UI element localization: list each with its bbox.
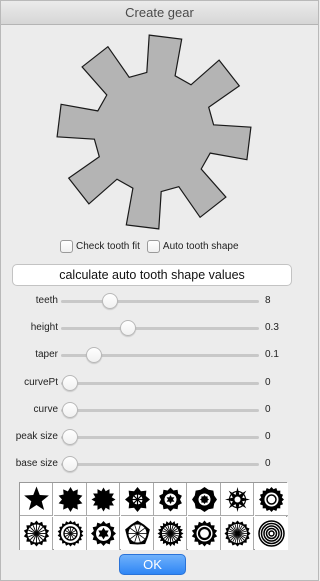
peak-size-slider-row: peak size 0: [1, 427, 318, 447]
gear-preset-16[interactable]: [254, 516, 288, 550]
gear-preset-7[interactable]: [221, 483, 254, 516]
taper-label: taper: [35, 349, 58, 361]
checkbox-box[interactable]: [60, 239, 73, 253]
taper-slider-knob[interactable]: [85, 347, 102, 364]
burst-gear-icon: [58, 487, 82, 512]
curvept-slider[interactable]: [61, 381, 259, 385]
check-tooth-fit-label: Check tooth fit: [76, 240, 140, 252]
curve-slider[interactable]: [61, 408, 259, 412]
base-size-slider-row: base size 0: [1, 454, 318, 474]
spiky-gear-icon: [225, 487, 250, 512]
auto-tooth-shape-label: Auto tooth shape: [162, 240, 239, 252]
curve-slider-knob[interactable]: [62, 401, 78, 418]
gear-preset-13[interactable]: [154, 516, 187, 550]
checkbox-box[interactable]: [146, 239, 160, 253]
striped-disc-icon: [257, 519, 285, 547]
window-title: Create gear: [1, 1, 318, 25]
height-value: 0.3: [265, 322, 279, 334]
hatched-gear-icon: [224, 520, 251, 546]
base-size-slider[interactable]: [61, 463, 259, 467]
height-slider-knob[interactable]: [120, 320, 137, 337]
curve-label: curve: [33, 403, 58, 415]
gear-shape: [56, 34, 252, 230]
gear-preset-15[interactable]: [221, 516, 254, 550]
curve-slider-row: curve 0: [1, 400, 318, 420]
peak-size-slider[interactable]: [61, 436, 259, 439]
curvept-label: curvePt: [24, 376, 58, 388]
options-row: Check tooth fit Auto tooth shape: [60, 238, 246, 254]
gear-preset-6[interactable]: [187, 483, 221, 516]
gear-preview: [56, 34, 252, 230]
height-slider-row: height 0.3: [1, 318, 318, 338]
gear-preset-5[interactable]: [154, 483, 187, 516]
gear-preset-1[interactable]: [20, 483, 53, 516]
gear-preset-14[interactable]: [187, 516, 221, 550]
curvept-slider-knob[interactable]: [62, 374, 78, 391]
flower-gear-icon: [159, 487, 182, 512]
gear-presets-grid: [19, 482, 288, 550]
curvept-slider-row: curvePt 0: [1, 373, 318, 393]
sun-gear-icon: [91, 487, 116, 512]
octagon-gear-icon: [191, 487, 217, 512]
peak-size-slider-knob[interactable]: [62, 429, 78, 445]
spoked-gear-icon: [124, 487, 150, 512]
gear-preset-2[interactable]: [53, 483, 87, 516]
curve-value: 0: [265, 403, 271, 415]
dense-gear-icon: [157, 520, 184, 546]
gear-preset-4[interactable]: [120, 483, 154, 516]
height-label: height: [30, 322, 58, 334]
star-icon: [24, 486, 49, 511]
gear-preset-8[interactable]: [254, 483, 288, 516]
auto-tooth-shape-checkbox[interactable]: Auto tooth shape: [146, 239, 239, 253]
pentagon-gear-icon: [124, 520, 150, 544]
teeth-slider-knob[interactable]: [102, 293, 119, 309]
base-size-value: 0: [265, 458, 271, 470]
ok-button[interactable]: OK: [119, 554, 186, 575]
taper-slider-row: taper 0.1: [1, 345, 318, 365]
base-size-slider-knob[interactable]: [62, 456, 78, 473]
height-slider[interactable]: [61, 327, 259, 331]
base-size-label: base size: [15, 458, 58, 470]
bold-gear-icon: [191, 520, 217, 546]
cog-gear-icon: [91, 520, 116, 546]
teeth-slider[interactable]: [61, 300, 259, 303]
ring-gear-icon: [57, 520, 83, 546]
teeth-slider-row: teeth 8: [1, 291, 318, 311]
peak-size-value: 0: [265, 431, 271, 442]
gear-preset-12[interactable]: [120, 516, 154, 550]
curvept-value: 0: [265, 376, 271, 388]
peak-size-label: peak size: [15, 431, 58, 442]
radial-gear-icon: [23, 520, 50, 546]
gear-preset-9[interactable]: [20, 516, 53, 550]
teeth-value: 8: [265, 295, 271, 306]
create-gear-dialog: Create gear Check tooth fit Auto tooth s…: [0, 0, 319, 581]
gear-preset-3[interactable]: [87, 483, 120, 516]
round-gear-icon: [258, 487, 284, 512]
taper-value: 0.1: [265, 349, 279, 361]
check-tooth-fit-checkbox[interactable]: Check tooth fit: [60, 239, 140, 253]
calculate-auto-tooth-shape-button[interactable]: calculate auto tooth shape values: [12, 264, 292, 286]
gear-preset-11[interactable]: [87, 516, 120, 550]
gear-preset-10[interactable]: [53, 516, 87, 550]
teeth-label: teeth: [35, 295, 58, 306]
